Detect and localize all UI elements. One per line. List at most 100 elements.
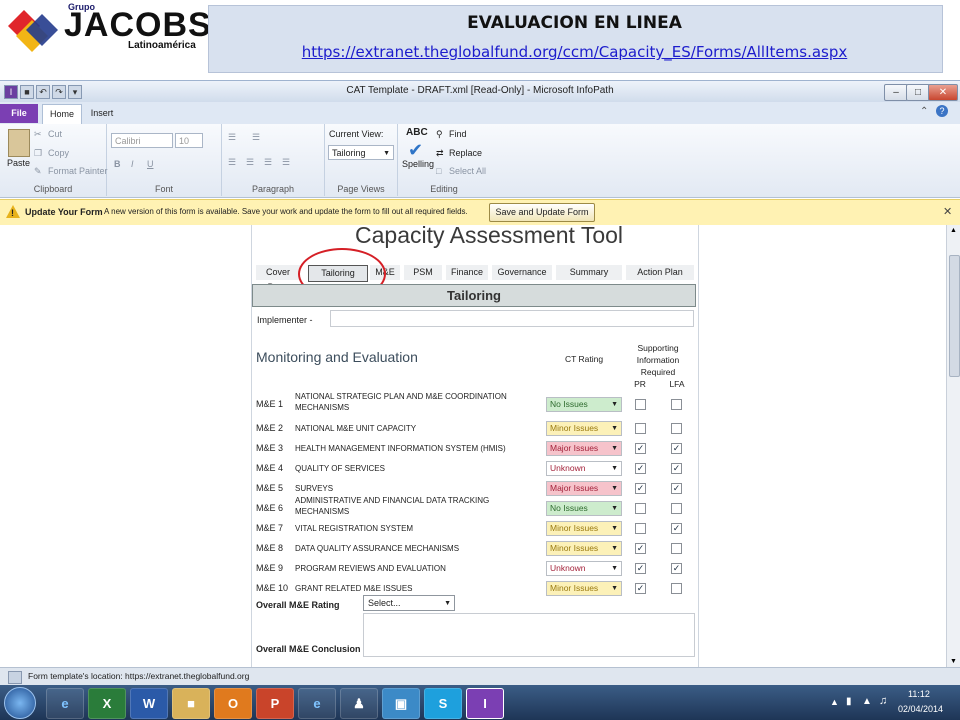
- bullets-icon[interactable]: ☰: [228, 132, 236, 143]
- skype-icon[interactable]: S: [424, 688, 462, 719]
- form-tab-psm[interactable]: PSM: [404, 265, 442, 280]
- clock-date[interactable]: 02/04/2014: [898, 704, 943, 714]
- slide-url-link[interactable]: https://extranet.theglobalfund.org/ccm/C…: [208, 43, 941, 61]
- bold-button[interactable]: B: [114, 159, 121, 169]
- vertical-scrollbar[interactable]: ▲ ▼: [946, 225, 960, 667]
- implementer-label: Implementer -: [257, 315, 313, 325]
- minimize-button[interactable]: –: [884, 84, 908, 101]
- form-tab-summary[interactable]: Summary: [556, 265, 622, 280]
- save-and-update-form-button[interactable]: Save and Update Form: [489, 203, 595, 222]
- form-tab-finance[interactable]: Finance: [446, 265, 488, 280]
- paste-button[interactable]: Paste: [7, 158, 30, 168]
- lfa-checkbox[interactable]: ✓: [671, 523, 682, 534]
- lfa-checkbox[interactable]: [671, 503, 682, 514]
- tab-insert[interactable]: Insert: [84, 104, 120, 123]
- implementer-input[interactable]: [330, 310, 694, 327]
- infopath-taskbar-icon[interactable]: I: [466, 688, 504, 719]
- lfa-checkbox[interactable]: ✓: [671, 563, 682, 574]
- lfa-checkbox[interactable]: [671, 583, 682, 594]
- pr-checkbox[interactable]: [635, 523, 646, 534]
- scroll-up-icon[interactable]: ▲: [950, 227, 957, 234]
- ct-rating-select[interactable]: Major Issues ▼: [546, 441, 622, 456]
- pr-checkbox[interactable]: [635, 503, 646, 514]
- powerpoint-icon[interactable]: P: [256, 688, 294, 719]
- battery-icon[interactable]: ▮: [846, 696, 852, 707]
- lfa-checkbox[interactable]: [671, 543, 682, 554]
- clock-time[interactable]: 11:12: [908, 689, 930, 699]
- format-painter-button[interactable]: Format Painter: [48, 166, 108, 176]
- ct-rating-select[interactable]: Minor Issues ▼: [546, 521, 622, 536]
- tab-home[interactable]: Home: [42, 104, 82, 124]
- pr-checkbox[interactable]: ✓: [635, 583, 646, 594]
- folder-icon[interactable]: ■: [172, 688, 210, 719]
- lfa-checkbox[interactable]: ✓: [671, 463, 682, 474]
- pr-checkbox[interactable]: ✓: [635, 483, 646, 494]
- ct-rating-select[interactable]: Minor Issues ▼: [546, 581, 622, 596]
- copy-button[interactable]: Copy: [48, 148, 69, 158]
- ct-rating-select[interactable]: Unknown ▼: [546, 561, 622, 576]
- lfa-checkbox[interactable]: ✓: [671, 443, 682, 454]
- ct-rating-select[interactable]: Minor Issues ▼: [546, 421, 622, 436]
- close-icon[interactable]: ✕: [943, 205, 952, 218]
- lfa-checkbox[interactable]: ✓: [671, 483, 682, 494]
- underline-button[interactable]: U: [147, 159, 154, 169]
- find-button[interactable]: Find: [449, 129, 467, 139]
- ct-rating-select[interactable]: Unknown ▼: [546, 461, 622, 476]
- excel-icon[interactable]: X: [88, 688, 126, 719]
- internet-explorer-icon[interactable]: e: [46, 688, 84, 719]
- maximize-button[interactable]: □: [906, 84, 930, 101]
- chevron-down-icon: ▼: [611, 445, 618, 452]
- internet-explorer-2-icon[interactable]: e: [298, 688, 336, 719]
- cut-button[interactable]: Cut: [48, 129, 62, 139]
- pr-checkbox[interactable]: ✓: [635, 463, 646, 474]
- form-tab-cover-page[interactable]: Cover Page: [256, 265, 300, 292]
- notifications-chevron-icon[interactable]: ▲: [830, 697, 839, 707]
- overall-conclusion-textarea[interactable]: [363, 613, 695, 657]
- font-size-select[interactable]: 10: [175, 133, 203, 148]
- row-name: VITAL REGISTRATION SYSTEM: [295, 524, 414, 533]
- numbering-icon[interactable]: ☰: [252, 132, 260, 143]
- jacobs-logo-mark-icon: [8, 10, 58, 52]
- align-right-icon[interactable]: ☰: [264, 157, 272, 168]
- word-icon[interactable]: W: [130, 688, 168, 719]
- pr-checkbox[interactable]: [635, 423, 646, 434]
- align-left-icon[interactable]: ☰: [228, 157, 236, 168]
- help-icon[interactable]: ?: [936, 105, 948, 117]
- overall-rating-select[interactable]: Select... ▼: [363, 595, 455, 611]
- lfa-checkbox[interactable]: [671, 423, 682, 434]
- ct-rating-select[interactable]: No Issues ▼: [546, 397, 622, 412]
- ribbon-minimize-icon[interactable]: ⌃: [920, 106, 928, 117]
- form-tab-action-plan[interactable]: Action Plan: [626, 265, 694, 280]
- tab-file[interactable]: File: [0, 104, 38, 123]
- app-icon[interactable]: ▣: [382, 688, 420, 719]
- close-button[interactable]: ✕: [928, 84, 958, 101]
- lync-icon[interactable]: ♟: [340, 688, 378, 719]
- font-family-select[interactable]: Calibri: [111, 133, 173, 148]
- select-all-button[interactable]: Select All: [449, 166, 486, 176]
- status-text: Form template's location: https://extran…: [28, 671, 250, 681]
- ct-rating-value: Minor Issues: [550, 543, 599, 553]
- spelling-button[interactable]: Spelling: [402, 159, 434, 169]
- ct-rating-value: Unknown: [550, 563, 586, 573]
- ct-rating-header: CT Rating: [564, 354, 604, 364]
- scrollbar-thumb[interactable]: [949, 255, 960, 377]
- outlook-icon[interactable]: O: [214, 688, 252, 719]
- network-icon[interactable]: ▲: [862, 696, 872, 707]
- lfa-checkbox[interactable]: [671, 399, 682, 410]
- form-tab-governance[interactable]: Governance: [492, 265, 552, 280]
- current-view-select[interactable]: Tailoring ▼: [328, 145, 394, 160]
- volume-icon[interactable]: ♫: [879, 695, 887, 707]
- scroll-down-icon[interactable]: ▼: [950, 658, 957, 665]
- align-center-icon[interactable]: ☰: [246, 157, 254, 168]
- justify-icon[interactable]: ☰: [282, 157, 290, 168]
- pr-checkbox[interactable]: ✓: [635, 543, 646, 554]
- ct-rating-select[interactable]: Major Issues ▼: [546, 481, 622, 496]
- replace-button[interactable]: Replace: [449, 148, 482, 158]
- start-button[interactable]: [4, 687, 36, 719]
- pr-checkbox[interactable]: ✓: [635, 443, 646, 454]
- pr-checkbox[interactable]: [635, 399, 646, 410]
- italic-button[interactable]: I: [131, 159, 134, 169]
- pr-checkbox[interactable]: ✓: [635, 563, 646, 574]
- ct-rating-select[interactable]: Minor Issues ▼: [546, 541, 622, 556]
- ct-rating-select[interactable]: No Issues ▼: [546, 501, 622, 516]
